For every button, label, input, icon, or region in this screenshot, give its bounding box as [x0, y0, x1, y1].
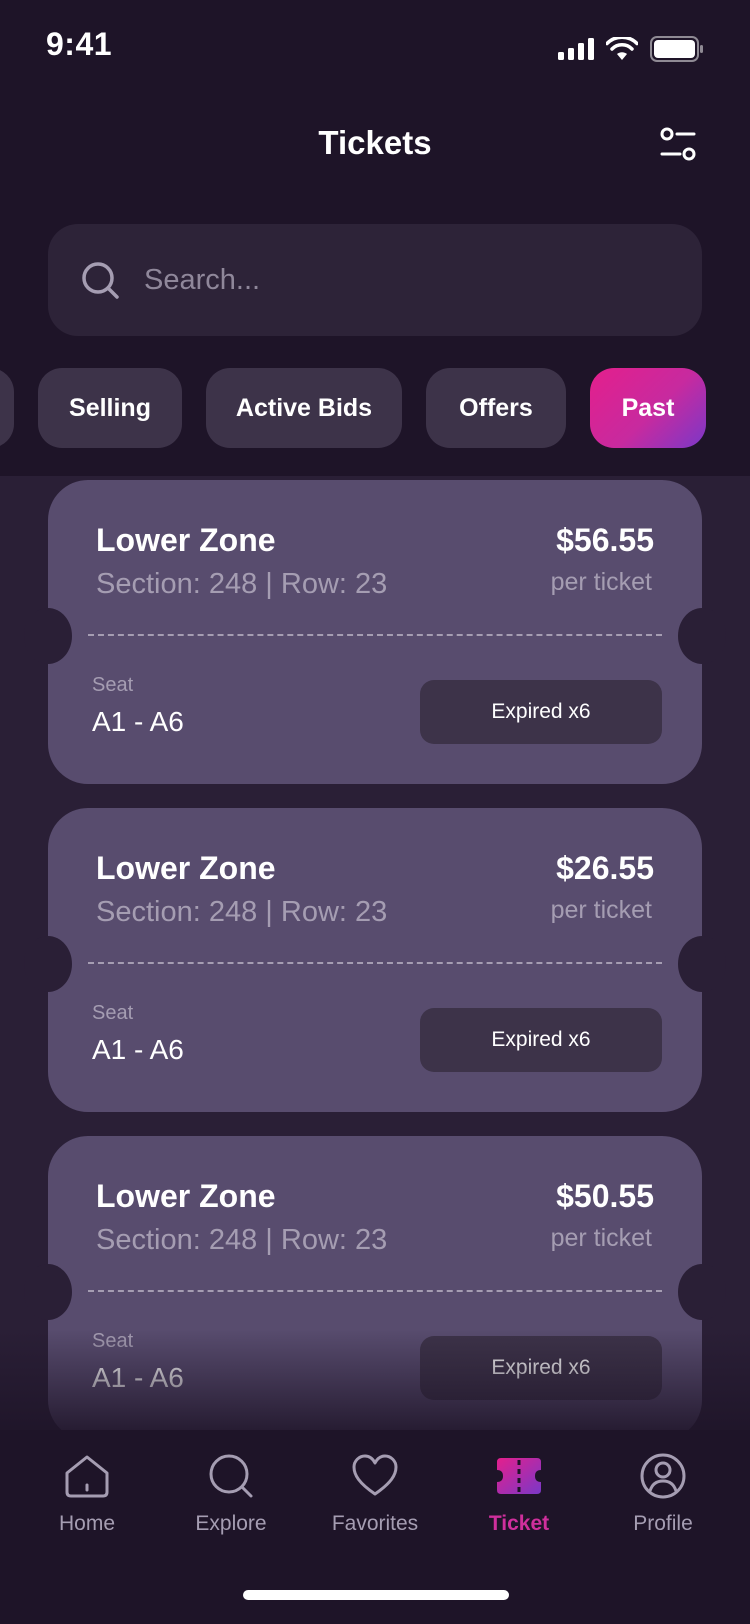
nav-ticket[interactable]: Ticket	[449, 1452, 589, 1552]
page-title: Tickets	[318, 124, 432, 161]
price-unit: per ticket	[550, 1224, 652, 1252]
nav-label: Ticket	[488, 1512, 550, 1535]
heart-icon	[352, 1454, 398, 1496]
status-badge: Expired x6	[420, 1336, 662, 1400]
cellular-signal-icon	[558, 38, 594, 60]
nav-label: Home	[58, 1512, 116, 1535]
ticket-card[interactable]: Lower Zone Section: 248 | Row: 23 $26.55…	[24, 808, 726, 1112]
status-icons	[558, 36, 704, 62]
ticket-notch	[678, 1264, 726, 1320]
ticket-zone: Lower Zone	[96, 850, 276, 886]
filter-button[interactable]	[658, 124, 698, 164]
tab-hidden[interactable]	[0, 368, 14, 448]
price-unit: per ticket	[550, 896, 652, 924]
status-badge: Expired x6	[420, 680, 662, 744]
seat-value: A1 - A6	[92, 1362, 184, 1393]
nav-home[interactable]: Home	[17, 1452, 157, 1552]
tab-offers[interactable]: Offers	[426, 368, 566, 448]
nav-profile[interactable]: Profile	[593, 1452, 733, 1552]
tab-bar: Selling Active Bids Offers Past	[0, 368, 750, 448]
ticket-list: Lower Zone Section: 248 | Row: 23 $56.55…	[0, 476, 750, 1430]
ticket-notch	[24, 936, 72, 992]
ticket-card[interactable]: Lower Zone Section: 248 | Row: 23 $56.55…	[24, 480, 726, 784]
price-unit: per ticket	[550, 568, 652, 596]
ticket-location: Section: 248 | Row: 23	[96, 568, 388, 600]
seat-value: A1 - A6	[92, 706, 184, 737]
seat-label: Seat	[92, 1330, 134, 1352]
nav-label: Profile	[633, 1512, 693, 1535]
tab-past[interactable]: Past	[590, 368, 706, 448]
search-bar[interactable]	[48, 224, 702, 336]
nav-favorites[interactable]: Favorites	[305, 1452, 445, 1552]
status-badge: Expired x6	[420, 1008, 662, 1072]
header: Tickets	[0, 110, 750, 180]
filter-icon	[660, 127, 696, 161]
search-icon	[209, 1454, 253, 1498]
ticket-zone: Lower Zone	[96, 522, 276, 558]
status-time: 9:41	[46, 26, 113, 62]
wifi-icon	[606, 37, 638, 60]
ticket-card[interactable]: Lower Zone Section: 248 | Row: 23 $50.55…	[24, 1136, 726, 1430]
nav-label: Favorites	[331, 1512, 419, 1535]
ticket-notch	[24, 1264, 72, 1320]
search-input[interactable]	[144, 224, 664, 336]
battery-icon	[650, 36, 703, 62]
ticket-divider	[88, 962, 662, 964]
ticket-notch	[678, 936, 726, 992]
nav-explore[interactable]: Explore	[161, 1452, 301, 1552]
ticket-divider	[88, 634, 662, 636]
ticket-location: Section: 248 | Row: 23	[96, 1224, 388, 1256]
ticket-price: $56.55	[556, 522, 654, 558]
ticket-zone: Lower Zone	[96, 1178, 276, 1214]
ticket-notch	[24, 608, 72, 664]
ticket-divider	[88, 1290, 662, 1292]
user-icon	[640, 1453, 686, 1499]
tab-active-bids[interactable]: Active Bids	[206, 368, 402, 448]
nav-label: Explore	[195, 1512, 267, 1535]
ticket-icon	[497, 1458, 541, 1494]
status-bar: 9:41	[0, 0, 750, 90]
home-indicator	[243, 1590, 509, 1600]
ticket-price: $50.55	[556, 1178, 654, 1214]
seat-label: Seat	[92, 1002, 134, 1024]
seat-label: Seat	[92, 674, 134, 696]
ticket-price: $26.55	[556, 850, 654, 886]
ticket-location: Section: 248 | Row: 23	[96, 896, 388, 928]
tab-selling[interactable]: Selling	[38, 368, 182, 448]
seat-value: A1 - A6	[92, 1034, 184, 1065]
home-icon	[65, 1455, 109, 1498]
search-icon	[82, 262, 119, 299]
ticket-notch	[678, 608, 726, 664]
